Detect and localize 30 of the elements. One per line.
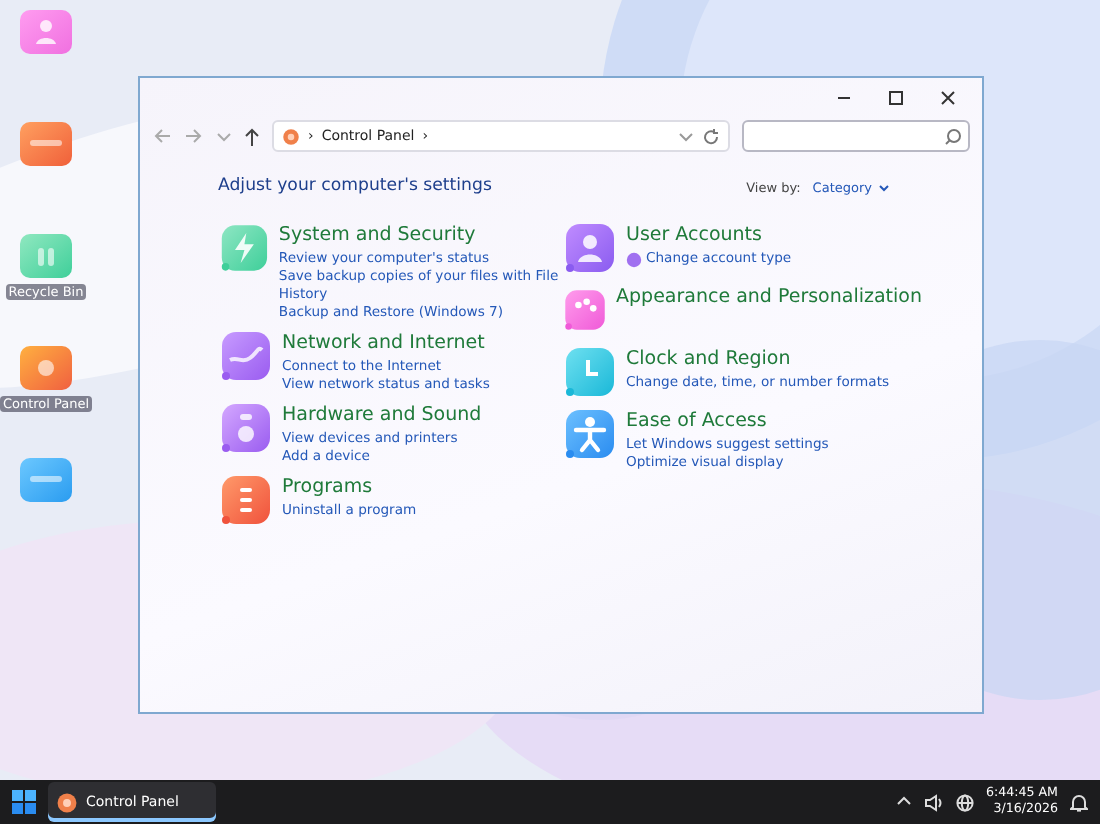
desktop-shortcut-icon[interactable]	[18, 452, 74, 508]
globe-icon[interactable]	[955, 793, 974, 811]
category-title[interactable]: Clock and Region	[626, 348, 890, 370]
search-field[interactable]	[742, 120, 970, 152]
category-title[interactable]: Ease of Access	[626, 410, 829, 432]
bell-icon[interactable]	[1070, 792, 1088, 812]
speaker-icon[interactable]	[923, 793, 944, 811]
desktop-shortcut-icon[interactable]	[18, 116, 74, 172]
category-icon	[218, 328, 274, 384]
up-icon[interactable]	[244, 127, 260, 145]
category-title[interactable]: Appearance and Personalization	[616, 286, 922, 308]
category-title[interactable]: Network and Internet	[282, 332, 490, 354]
category-icon	[218, 472, 274, 528]
category-icon	[562, 406, 618, 462]
search-icon	[944, 127, 962, 145]
desktop-shortcut-icon[interactable]	[18, 340, 74, 396]
category-icon	[218, 220, 271, 276]
category-title[interactable]: Programs	[282, 476, 417, 498]
chevron-up-icon[interactable]	[895, 794, 912, 810]
category-icon	[218, 400, 274, 456]
category-title[interactable]: User Accounts	[626, 224, 792, 246]
chevron-down-icon[interactable]	[678, 128, 694, 144]
category-title[interactable]: System and Security	[278, 224, 562, 246]
refresh-icon[interactable]	[702, 127, 720, 145]
category-icon	[562, 344, 618, 400]
category-title[interactable]: Hardware and Sound	[282, 404, 482, 426]
category-icon	[562, 220, 618, 276]
page-heading: Adjust your computer's settings	[218, 176, 492, 196]
chevron-down-icon	[878, 183, 890, 193]
start-icon[interactable]	[12, 790, 36, 814]
